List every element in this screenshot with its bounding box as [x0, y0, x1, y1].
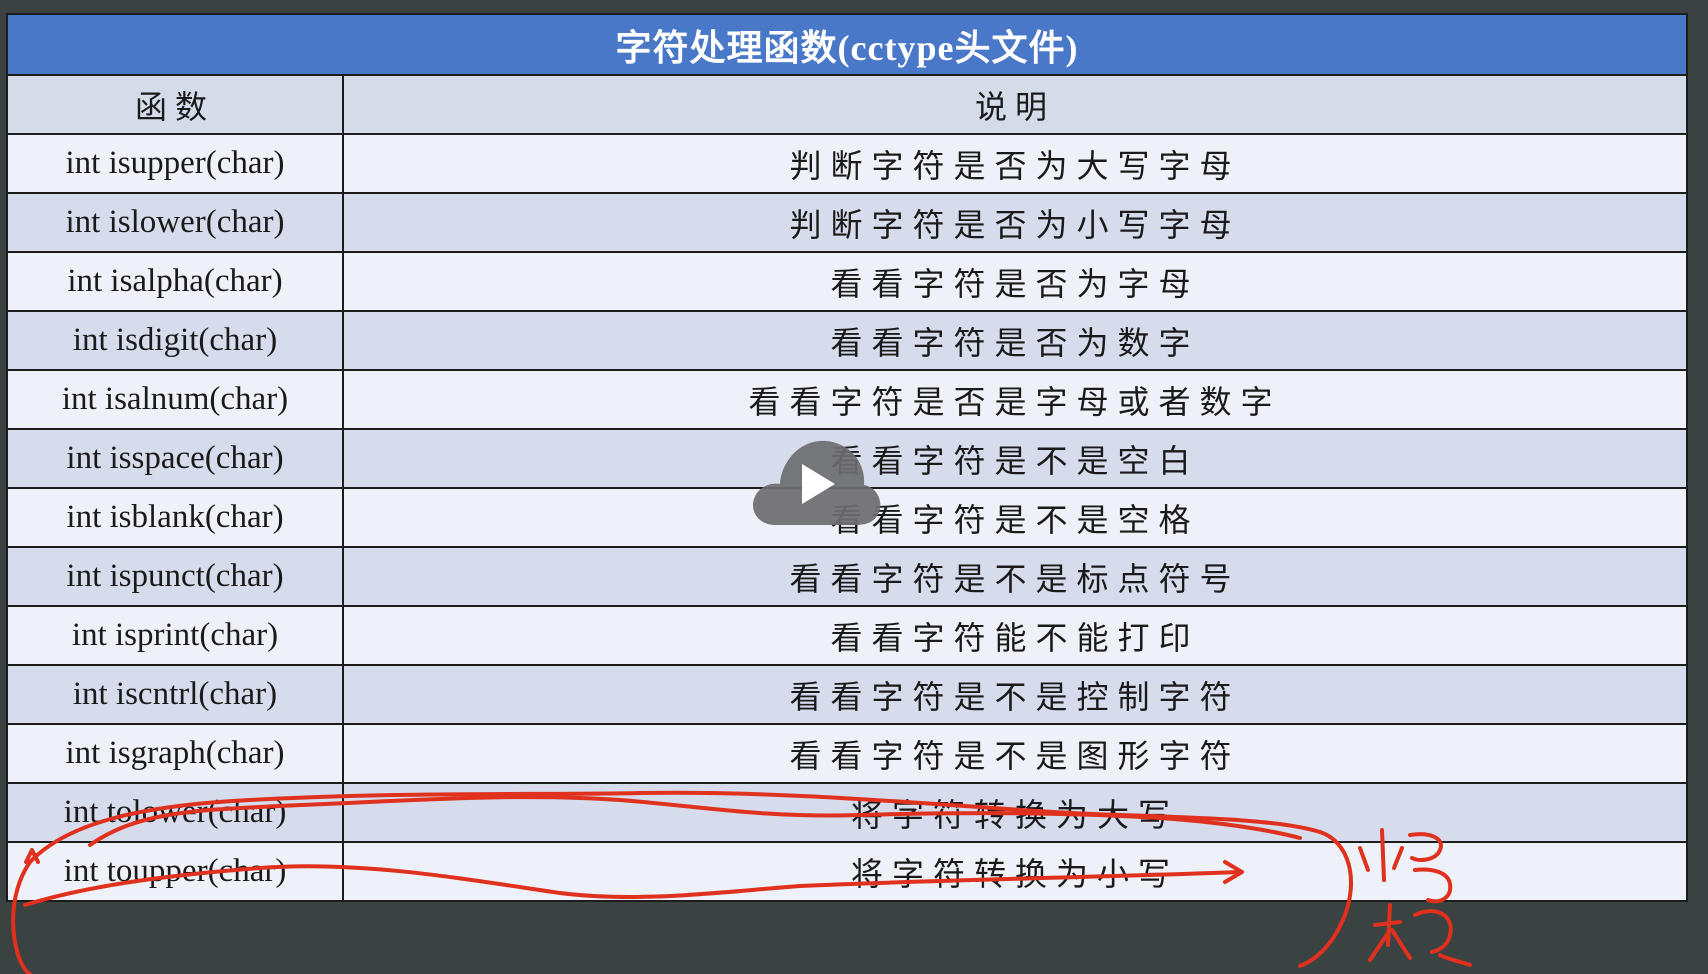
- table-row: int isgraph(char) 看看字符是不是图形字符: [6, 723, 1688, 784]
- play-icon: [752, 440, 881, 525]
- table-row: int toupper(char) 将字符转换为小写: [6, 841, 1688, 902]
- description-cell: 看看字符是不是空白: [342, 428, 1688, 489]
- function-cell: int islower(char): [6, 192, 344, 253]
- column-header-description: 说明: [342, 74, 1688, 135]
- function-cell: int isgraph(char): [6, 723, 344, 784]
- table-row: int islower(char) 判断字符是否为小写字母: [6, 192, 1688, 253]
- table-title: 字符处理函数(cctype头文件): [6, 13, 1688, 76]
- table-row: int isdigit(char) 看看字符是否为数字: [6, 310, 1688, 371]
- function-cell: int toupper(char): [6, 841, 344, 902]
- function-cell: int isprint(char): [6, 605, 344, 666]
- column-header-function: 函数: [6, 74, 344, 135]
- video-play-button[interactable]: [750, 437, 882, 531]
- function-cell: int isspace(char): [6, 428, 344, 489]
- table-row: int isprint(char) 看看字符能不能打印: [6, 605, 1688, 666]
- table-row: int isalpha(char) 看看字符是否为字母: [6, 251, 1688, 312]
- description-cell: 看看字符是不是控制字符: [342, 664, 1688, 725]
- description-cell: 将字符转换为大写: [342, 782, 1688, 843]
- description-cell: 看看字符是否是字母或者数字: [342, 369, 1688, 430]
- function-cell: int ispunct(char): [6, 546, 344, 607]
- function-cell: int iscntrl(char): [6, 664, 344, 725]
- description-cell: 看看字符是不是空格: [342, 487, 1688, 548]
- function-cell: int isupper(char): [6, 133, 344, 194]
- description-cell: 将字符转换为小写: [342, 841, 1688, 902]
- annotation-glyph-stroke: [1368, 903, 1472, 967]
- description-cell: 看看字符是不是标点符号: [342, 546, 1688, 607]
- table-row: int iscntrl(char) 看看字符是不是控制字符: [6, 664, 1688, 725]
- function-cell: int isblank(char): [6, 487, 344, 548]
- function-cell: int tolower(char): [6, 782, 344, 843]
- table-row: int isupper(char) 判断字符是否为大写字母: [6, 133, 1688, 194]
- description-cell: 看看字符是否为字母: [342, 251, 1688, 312]
- description-cell: 看看字符是否为数字: [342, 310, 1688, 371]
- description-cell: 看看字符能不能打印: [342, 605, 1688, 666]
- description-cell: 看看字符是不是图形字符: [342, 723, 1688, 784]
- table-row: int ispunct(char) 看看字符是不是标点符号: [6, 546, 1688, 607]
- description-cell: 判断字符是否为小写字母: [342, 192, 1688, 253]
- video-frame: 字符处理函数(cctype头文件) 函数 说明 int isupper(char…: [0, 0, 1708, 974]
- function-cell: int isdigit(char): [6, 310, 344, 371]
- function-cell: int isalnum(char): [6, 369, 344, 430]
- table-row: int tolower(char) 将字符转换为大写: [6, 782, 1688, 843]
- table-row: int isalnum(char) 看看字符是否是字母或者数字: [6, 369, 1688, 430]
- description-cell: 判断字符是否为大写字母: [342, 133, 1688, 194]
- function-cell: int isalpha(char): [6, 251, 344, 312]
